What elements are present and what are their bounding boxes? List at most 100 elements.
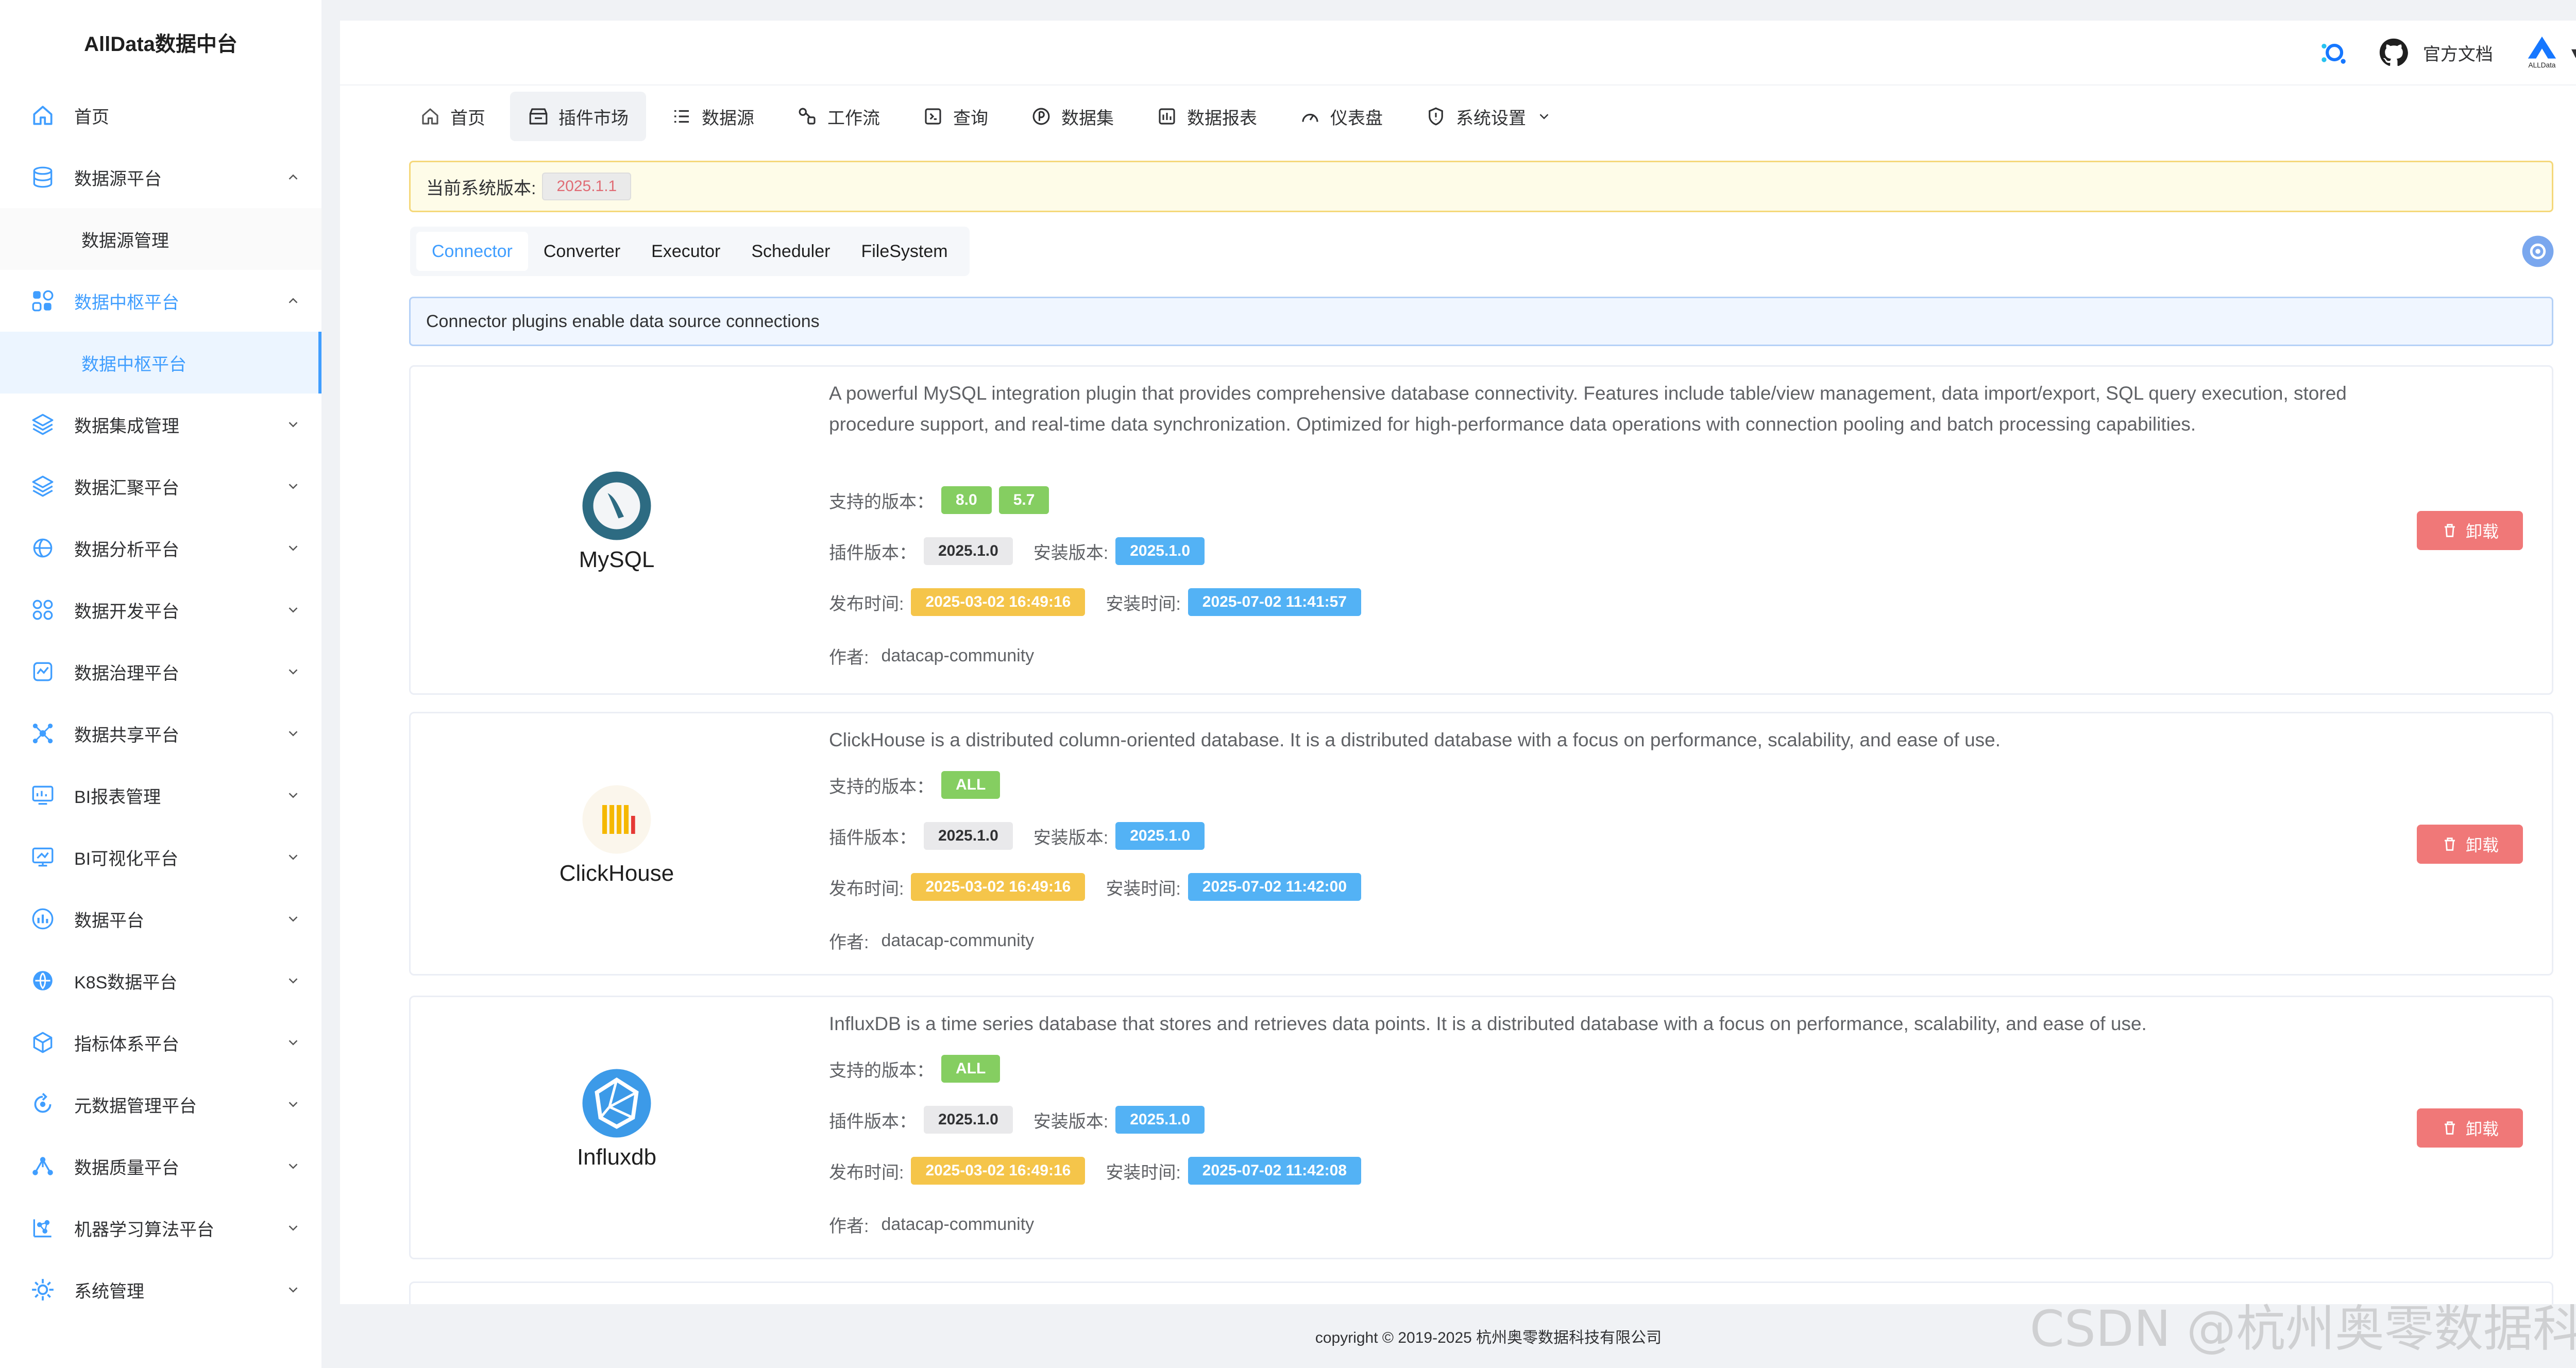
install-time-label: 安装时间: — [1106, 1162, 1181, 1183]
trash-icon — [2445, 1121, 2455, 1135]
github-icon[interactable] — [2378, 37, 2410, 69]
unload-button[interactable]: 卸载 — [2417, 825, 2523, 864]
tab-connector[interactable]: Connector — [416, 232, 528, 271]
top-nav-item[interactable]: 数据报表 — [1139, 92, 1275, 141]
top-nav-item[interactable]: 仪表盘 — [1282, 92, 1400, 141]
sidebar-item[interactable]: 首页 — [0, 84, 321, 146]
top-nav-item[interactable]: 插件市场 — [510, 92, 646, 141]
plugin-name: ClickHouse — [559, 861, 674, 886]
sidebar-item[interactable]: 数据平台 — [0, 888, 321, 950]
sidebar-item[interactable]: 数据汇聚平台 — [0, 455, 321, 517]
chevron-up-icon[interactable] — [285, 169, 301, 185]
release-time-tag: 2025-03-02 16:49:16 — [911, 1157, 1086, 1185]
sidebar-menu: 首页 数据源平台 数据源管理 数据中枢平台 数据中枢平台 数据集成管理 数据汇聚平台 数据分析… — [0, 84, 321, 1321]
release-time-label: 发布时间: — [829, 594, 904, 614]
tab-scheduler[interactable]: Scheduler — [736, 232, 845, 271]
layers-icon — [32, 414, 54, 435]
unload-label: 卸载 — [2465, 522, 2499, 541]
sidebar-item[interactable]: 数据集成管理 — [0, 394, 321, 455]
chevron-down-icon[interactable] — [285, 726, 301, 741]
top-nav-item[interactable]: 首页 — [402, 92, 503, 141]
sidebar-item[interactable]: 指标体系平台 — [0, 1012, 321, 1073]
top-nav-item[interactable]: 查询 — [905, 92, 1006, 141]
chevron-down-icon[interactable] — [285, 664, 301, 679]
chevron-down-icon[interactable] — [285, 849, 301, 865]
sidebar-item-label: 数据中枢平台 — [74, 293, 179, 313]
sidebar-item[interactable]: K8S数据平台 — [0, 950, 321, 1012]
ai-assistant-icon[interactable] — [2317, 37, 2349, 69]
chevron-down-icon[interactable] — [285, 1158, 301, 1174]
sidebar-item-label: 数据质量平台 — [74, 1158, 179, 1178]
workflow-icon — [799, 108, 816, 125]
sidebar-item[interactable]: 数据中枢平台 — [0, 270, 321, 332]
top-nav-item[interactable]: 工作流 — [779, 92, 897, 141]
sidebar-item[interactable]: 数据治理平台 — [0, 641, 321, 703]
brand-title: AllData数据中台 — [84, 33, 238, 56]
settings-gear-icon[interactable] — [2521, 235, 2554, 268]
sidebar-item[interactable]: 数据源平台 — [0, 146, 321, 208]
trash-icon — [2445, 837, 2455, 851]
tab-converter[interactable]: Converter — [528, 232, 636, 271]
chevron-down-icon[interactable] — [285, 1097, 301, 1112]
sidebar-item[interactable]: BI可视化平台 — [0, 826, 321, 888]
chevron-down-icon[interactable] — [285, 602, 301, 618]
top-nav-item[interactable]: 数据集 — [1013, 92, 1131, 141]
chevron-down-icon[interactable] — [285, 478, 301, 494]
sidebar-item[interactable]: 元数据管理平台 — [0, 1073, 321, 1135]
top-nav-item[interactable]: 系统设置 — [1408, 92, 1569, 141]
sidebar-item[interactable]: BI报表管理 — [0, 764, 321, 826]
main-content: 首页 插件市场 数据源 工作流 查询 数据集 数据报表 仪表盘 系统设置 当前系统版本: 202… — [340, 86, 2576, 1304]
sidebar-item[interactable]: 数据分析平台 — [0, 517, 321, 579]
home-icon — [422, 108, 438, 125]
top-nav-item[interactable]: 数据源 — [653, 92, 772, 141]
influxdb-logo-icon — [582, 1069, 651, 1138]
chevron-down-icon[interactable] — [285, 973, 301, 988]
plugin-description: InfluxDB is a time series database that … — [829, 1013, 2147, 1034]
author-row: 作者: datacap-community — [829, 1212, 1034, 1237]
sidebar-subitem[interactable]: 数据中枢平台 — [0, 332, 321, 394]
system-icon — [32, 1279, 54, 1301]
chevron-down-icon[interactable] — [285, 417, 301, 432]
version-tag: 2025.1.1 — [542, 173, 632, 200]
plugin-version-label: 插件版本： — [829, 828, 917, 848]
sidebar-item-label: 数据源管理 — [81, 231, 169, 251]
author-label: 作者: — [829, 933, 869, 952]
sidebar-item[interactable]: 系统管理 — [0, 1259, 321, 1321]
sidebar-item[interactable]: 数据共享平台 — [0, 703, 321, 764]
sidebar-item[interactable]: 机器学习算法平台 — [0, 1197, 321, 1259]
plugin-version-tag: 2025.1.0 — [924, 822, 1013, 850]
author-label: 作者: — [829, 1217, 869, 1236]
time-row: 发布时间: 2025-03-02 16:49:16 安装时间: 2025-07-… — [829, 873, 1362, 901]
quality-icon — [32, 1157, 53, 1175]
top-nav-label: 首页 — [450, 108, 485, 128]
chevron-down-icon[interactable] — [285, 1220, 301, 1236]
chevron-down-icon[interactable] — [285, 788, 301, 803]
top-nav-label: 仪表盘 — [1330, 108, 1383, 128]
install-version-label: 安装版本: — [1033, 1112, 1109, 1132]
unload-button[interactable]: 卸载 — [2417, 511, 2523, 550]
dataset-icon — [1032, 108, 1050, 125]
sidebar-subitem[interactable]: 数据源管理 — [0, 208, 321, 270]
chevron-down-icon[interactable] — [285, 1282, 301, 1297]
tab-filesystem[interactable]: FileSystem — [845, 232, 963, 271]
tab-executor[interactable]: Executor — [636, 232, 736, 271]
store-icon — [529, 108, 548, 125]
copyright-text: copyright © 2019-2025 杭州奥零数据科技有限公司 — [1315, 1329, 1662, 1346]
unload-button[interactable]: 卸载 — [2417, 1108, 2523, 1148]
clickhouse-logo-icon — [582, 785, 651, 854]
docs-link[interactable]: 官方文档 — [2423, 40, 2493, 65]
supported-version-tag: 5.7 — [998, 486, 1049, 514]
alldata-logo-icon: ALLData — [2528, 36, 2556, 69]
chevron-up-icon[interactable] — [285, 293, 301, 309]
chevron-down-icon[interactable] — [285, 1035, 301, 1050]
install-version-tag: 2025.1.0 — [1115, 537, 1205, 565]
user-menu[interactable]: ALLData ▾ — [2522, 35, 2576, 71]
version-row: 插件版本： 2025.1.0 安装版本: 2025.1.0 — [829, 537, 1205, 565]
chevron-down-icon[interactable] — [285, 911, 301, 927]
plugin-version-tag: 2025.1.0 — [924, 537, 1013, 565]
sidebar-item[interactable]: 数据质量平台 — [0, 1135, 321, 1197]
chevron-down-icon[interactable] — [285, 540, 301, 556]
sidebar-item-label: 数据源平台 — [74, 169, 162, 189]
sidebar-item-label: 数据治理平台 — [74, 663, 179, 683]
sidebar-item[interactable]: 数据开发平台 — [0, 579, 321, 641]
